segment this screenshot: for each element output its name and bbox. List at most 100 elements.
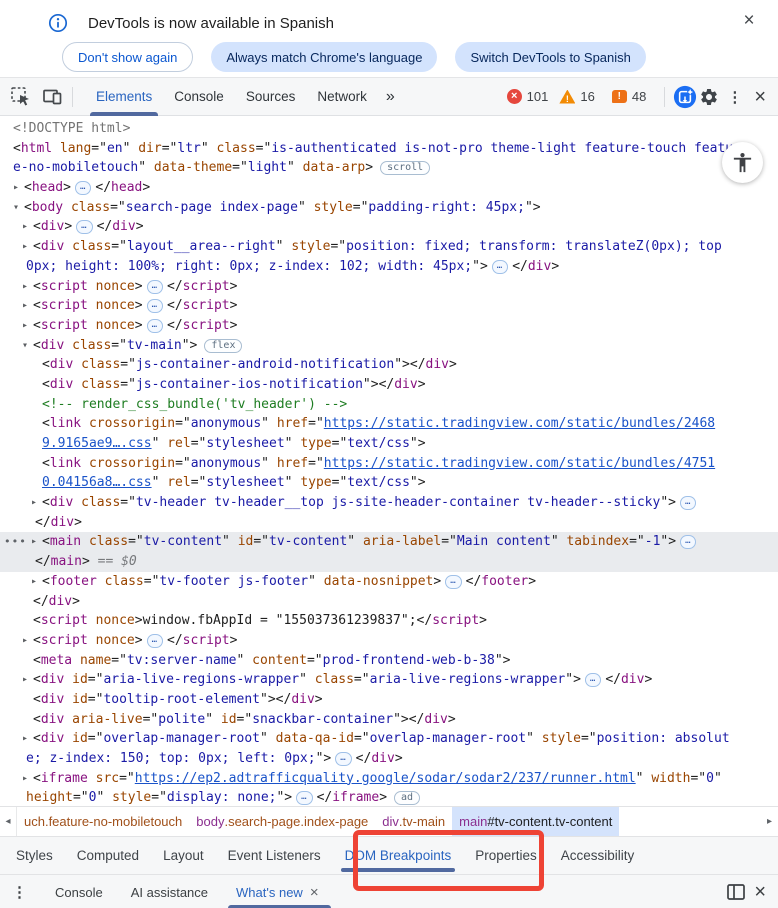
- inline-expand-ellipsis[interactable]: …: [146, 299, 164, 314]
- dom-tree-line[interactable]: ▸ <script nonce>… </script>: [0, 316, 778, 336]
- dom-tree-line[interactable]: ▸ <div id="overlap-manager-root" data-qa-…: [0, 729, 778, 749]
- expand-arrow-icon[interactable]: ▸: [22, 217, 28, 237]
- dom-tree-line[interactable]: <link crossorigin="anonymous" href="http…: [0, 454, 778, 474]
- breadcrumb-item[interactable]: div .tv-main: [375, 807, 452, 836]
- tab-network[interactable]: Network: [306, 78, 378, 116]
- breadcrumb-scroll-right-icon[interactable]: ▸: [761, 807, 778, 836]
- dom-tree-line[interactable]: ▸ <div class="layout__area--right" style=…: [0, 237, 778, 257]
- attribute-link[interactable]: https://static.tradingview.com/static/bu…: [324, 456, 715, 471]
- drawer-tab-ai-assistance[interactable]: AI assistance: [117, 875, 222, 908]
- dom-tree-line[interactable]: <div aria-live="polite" id="snackbar-con…: [0, 710, 778, 730]
- ai-device-promo-icon[interactable]: [673, 85, 697, 109]
- inline-expand-ellipsis[interactable]: …: [680, 535, 697, 550]
- drawer-tab-console[interactable]: Console: [41, 875, 117, 908]
- dom-tree-line[interactable]: <div class="js-container-android-notific…: [0, 355, 778, 375]
- dom-tree-line[interactable]: ▾ <div class="tv-main"> flex: [0, 336, 778, 356]
- expand-arrow-icon[interactable]: ▸: [31, 572, 37, 592]
- inline-expand-ellipsis[interactable]: …: [74, 181, 92, 196]
- attribute-link[interactable]: https://ep2.adtrafficquality.google/soda…: [135, 771, 636, 786]
- dom-tree-line[interactable]: </main> == $0: [0, 552, 778, 572]
- accessibility-fab[interactable]: [722, 142, 763, 183]
- devtools-close-icon[interactable]: ×: [748, 87, 768, 107]
- expand-arrow-icon[interactable]: ▾: [13, 198, 19, 218]
- expand-arrow-icon[interactable]: ▸: [22, 296, 28, 316]
- expand-arrow-icon[interactable]: ▸: [22, 670, 28, 690]
- dom-tree-line[interactable]: <meta name="tv:server-name" content="pro…: [0, 651, 778, 671]
- dom-tree-line[interactable]: <div class="js-container-ios-notificatio…: [0, 375, 778, 395]
- dom-tree-line[interactable]: ▸ <iframe src="https://ep2.adtrafficquali…: [0, 769, 778, 789]
- breadcrumb-scroll-left-icon[interactable]: ◂: [0, 807, 17, 836]
- tab-console[interactable]: Console: [163, 78, 235, 116]
- dom-tree-line[interactable]: ▸ <div id="aria-live-regions-wrapper" cla…: [0, 670, 778, 690]
- dom-tree-line[interactable]: </div>: [0, 513, 778, 533]
- inline-expand-ellipsis[interactable]: …: [335, 752, 352, 766]
- inline-expand-ellipsis[interactable]: …: [491, 259, 509, 274]
- inline-expand-ellipsis[interactable]: …: [584, 673, 602, 688]
- inline-expand-ellipsis[interactable]: …: [146, 279, 164, 294]
- dom-tree-line[interactable]: ▸ <footer class="tv-footer js-footer" dat…: [0, 572, 778, 592]
- dom-tree-line[interactable]: <div id="tooltip-root-element"></div>: [0, 690, 778, 710]
- devtools-menu-kebab-icon[interactable]: ⋮: [721, 88, 748, 106]
- more-tabs-icon[interactable]: »: [378, 88, 403, 106]
- line-actions-dots-icon[interactable]: •••: [4, 532, 27, 552]
- dom-tree-line[interactable]: ••• ▸ <main class="tv-content" id="tv-cont…: [0, 532, 778, 553]
- tab-sources[interactable]: Sources: [235, 78, 307, 116]
- dock-side-icon[interactable]: [724, 880, 748, 904]
- inline-expand-ellipsis[interactable]: …: [679, 496, 697, 511]
- inspect-element-icon[interactable]: [8, 85, 32, 109]
- inline-expand-ellipsis[interactable]: …: [445, 574, 462, 589]
- dom-tree-line[interactable]: 0px; height: 100%; right: 0px; z-index: …: [0, 257, 778, 277]
- sidebar-tab-computed[interactable]: Computed: [77, 837, 139, 875]
- expand-arrow-icon[interactable]: ▸: [22, 237, 28, 257]
- dom-tree-line[interactable]: height="0" style="display: none;">… </ifr…: [0, 788, 778, 806]
- expand-arrow-icon[interactable]: ▸: [22, 631, 28, 651]
- close-tab-icon[interactable]: ×: [310, 884, 319, 901]
- infobar-button[interactable]: Switch DevTools to Spanish: [455, 42, 646, 72]
- adorner-badge[interactable]: scroll: [380, 161, 431, 176]
- dom-tree-line[interactable]: e-no-mobiletouch" data-theme="light" dat…: [0, 158, 778, 178]
- settings-gear-icon[interactable]: [697, 85, 721, 109]
- dom-tree-line[interactable]: <link crossorigin="anonymous" href="http…: [0, 414, 778, 434]
- dom-tree-line[interactable]: ▸ <script nonce>… </script>: [0, 277, 778, 297]
- sidebar-tab-properties[interactable]: Properties: [475, 837, 537, 875]
- expand-arrow-icon[interactable]: ▸: [31, 493, 37, 513]
- infobar-button[interactable]: Always match Chrome's language: [211, 42, 438, 72]
- dom-tree-line[interactable]: e; z-index: 150; top: 0px; left: 0px;">……: [0, 749, 778, 769]
- dom-tree-line[interactable]: </div>: [0, 592, 778, 612]
- expand-arrow-icon[interactable]: ▸: [22, 316, 28, 336]
- expand-arrow-icon[interactable]: ▸: [22, 769, 28, 789]
- inline-expand-ellipsis[interactable]: …: [296, 791, 313, 806]
- drawer-close-icon[interactable]: ×: [748, 882, 768, 902]
- dom-tree-line[interactable]: <html lang="en" dir="ltr" class="is-auth…: [0, 139, 778, 159]
- adorner-badge[interactable]: ad: [394, 791, 421, 806]
- sidebar-tab-event-listeners[interactable]: Event Listeners: [228, 837, 321, 875]
- expand-arrow-icon[interactable]: ▸: [13, 178, 19, 198]
- dom-tree-line[interactable]: ▸ <head>… </head>: [0, 178, 778, 198]
- drawer-menu-kebab-icon[interactable]: ⋮: [6, 883, 33, 901]
- dom-tree-line[interactable]: <script nonce>window.fbAppId = "15503736…: [0, 611, 778, 631]
- dom-tree-line[interactable]: 9.9165ae9….css" rel="stylesheet" type="t…: [0, 434, 778, 454]
- infobar-close-icon[interactable]: ×: [738, 10, 760, 32]
- attribute-link[interactable]: 9.9165ae9….css: [42, 436, 152, 451]
- tab-elements[interactable]: Elements: [85, 78, 163, 116]
- sidebar-tab-layout[interactable]: Layout: [163, 837, 204, 875]
- sidebar-tab-styles[interactable]: Styles: [16, 837, 53, 875]
- dom-tree-line[interactable]: <!-- render_css_bundle('tv_header') -->: [0, 395, 778, 415]
- inline-expand-ellipsis[interactable]: …: [76, 220, 93, 235]
- device-toolbar-icon[interactable]: [40, 85, 64, 109]
- dom-tree-line[interactable]: ▸ <div>… </div>: [0, 217, 778, 237]
- breadcrumb-item[interactable]: main #tv-content.tv-content: [452, 807, 620, 836]
- attribute-link[interactable]: https://static.tradingview.com/static/bu…: [324, 416, 715, 431]
- dom-tree-line[interactable]: 0.04156a8….css" rel="stylesheet" type="t…: [0, 473, 778, 493]
- expand-arrow-icon[interactable]: ▸: [22, 277, 28, 297]
- inline-expand-ellipsis[interactable]: …: [146, 633, 164, 648]
- expand-arrow-icon[interactable]: ▸: [22, 729, 28, 749]
- infobar-button[interactable]: Don't show again: [62, 42, 194, 72]
- expand-arrow-icon[interactable]: ▾: [22, 336, 28, 356]
- adorner-badge[interactable]: flex: [204, 338, 243, 353]
- expand-arrow-icon[interactable]: ▸: [31, 532, 37, 552]
- dom-tree-line[interactable]: ▸ <script nonce>… </script>: [0, 296, 778, 316]
- drawer-tab-what's-new[interactable]: What's new ×: [222, 875, 333, 908]
- breadcrumb-item[interactable]: body .search-page.index-page: [189, 807, 375, 836]
- dom-tree-line[interactable]: ▸ <div class="tv-header tv-header__top js…: [0, 493, 778, 513]
